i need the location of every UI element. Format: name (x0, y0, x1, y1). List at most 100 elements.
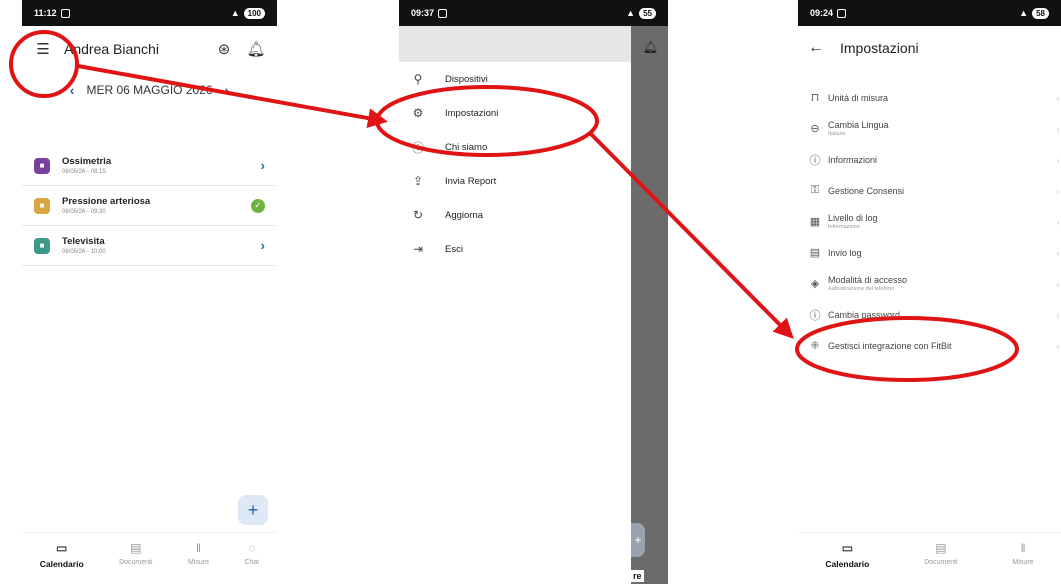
list-item[interactable]: ■ Ossimetria 06/05/26 - 08:15 › (22, 146, 277, 186)
menu-label: Impostazioni (445, 107, 499, 119)
signal-icon: ▲ (626, 8, 636, 18)
settings-subtitle: Informazione (828, 224, 860, 230)
date-navigator: ‹ MER 06 MAGGIO 2026 › (22, 82, 277, 98)
settings-title: Livello di log (828, 213, 878, 223)
chevron-right-icon: › (1056, 155, 1059, 165)
log-level-icon: ▦ (809, 216, 821, 228)
phone-screen-drawer: 09:37 ▲ 55 ⚲ Dispositivi ⚙ Impostazioni ⓘ Ch… (399, 0, 668, 584)
chevron-right-icon[interactable]: › (225, 82, 230, 98)
chevron-right-icon: › (1056, 93, 1059, 103)
menu-item-impostazioni[interactable]: ⚙ Impostazioni (399, 96, 631, 130)
bell-icon[interactable]: 🔔︎ (245, 38, 267, 60)
chevron-right-icon: › (260, 158, 265, 173)
item-timestamp: 06/05/26 - 08:15 (62, 169, 106, 175)
settings-item-fitbit[interactable]: ⁜ Gestisci integrazione con FitBit › (798, 330, 1061, 361)
ruler-icon: ⊓ (810, 92, 820, 104)
chevron-right-icon: › (1056, 310, 1059, 320)
notification-icon (438, 8, 448, 18)
nav-calendario[interactable]: ▭ Calendario (40, 541, 84, 569)
refresh-icon: ↻ (412, 208, 424, 222)
nav-documenti[interactable]: ▤ Documenti (924, 541, 957, 566)
status-time: 09:24 (810, 8, 834, 18)
nav-misure[interactable]: ǁ Misure (188, 541, 209, 566)
nav-label: Documenti (924, 559, 958, 566)
list-item[interactable]: ■ Televisita 06/05/26 - 10:00 › (22, 226, 277, 266)
menu-item-esci[interactable]: ⇥ Esci (399, 232, 631, 266)
tutorial-canvas: 11:12 ▲ 100 ☰ Andrea Bianchi ⊛ 🔔︎ ‹ MER 0… (0, 0, 1061, 584)
settings-subtitle: Autenticazione del telefono (828, 286, 895, 292)
bottom-nav: ▭ Calendario ▤ Documenti ǁ Misure ◌ Chat (22, 532, 277, 584)
gear-icon: ⚙ (412, 106, 424, 120)
item-timestamp: 06/05/26 - 10:00 (62, 249, 106, 255)
menu-label: Invia Report (445, 175, 497, 187)
fingerprint-icon: ◈ (810, 278, 820, 290)
settings-title: Gestisci integrazione con FitBit (828, 340, 952, 351)
settings-item-invio-log[interactable]: ▤ Invio log › (798, 237, 1061, 268)
info-icon: ⓘ (411, 140, 424, 155)
menu-label: Chi siamo (445, 141, 488, 153)
nav-misure[interactable]: ǁ Misure (1013, 541, 1034, 566)
menu-item-invia-report[interactable]: ⇪ Invia Report (399, 164, 631, 198)
nav-label: Documenti (119, 559, 153, 566)
thermometer-icon: ǁ (196, 541, 201, 555)
status-bar: 09:37 ▲ 55 (399, 0, 668, 26)
menu-label: Dispositivi (445, 73, 488, 85)
nav-calendario[interactable]: ▭ Calendario (825, 541, 869, 569)
settings-item-password[interactable]: ⓘ Cambia password › (798, 299, 1061, 330)
chevron-right-icon: › (1056, 279, 1059, 289)
nav-documenti[interactable]: ▤ Documenti (119, 541, 152, 566)
nav-label: Calendario (39, 559, 84, 569)
drawer-scrim[interactable]: 🔔︎ + re (631, 26, 668, 584)
logout-icon: ⇥ (412, 242, 424, 256)
add-button[interactable]: + (238, 495, 268, 525)
settings-title: Gestione Consensi (828, 185, 905, 196)
chevron-right-icon: › (1056, 186, 1059, 196)
settings-subtitle: Italiano (828, 131, 846, 137)
phone-screen-settings: 09:24 ▲ 58 ← Impostazioni ⊓ Unità di misur… (798, 0, 1061, 584)
nav-label: Misure (1012, 559, 1034, 566)
menu-item-dispositivi[interactable]: ⚲ Dispositivi (399, 62, 631, 96)
drawer-header (399, 26, 631, 62)
battery-icon: 100 (243, 7, 265, 19)
hamburger-icon[interactable]: ☰ (32, 38, 54, 60)
list-item[interactable]: ■ Pressione arteriosa 06/05/26 - 09:30 ✓ (22, 186, 277, 226)
user-name: Andrea Bianchi (64, 41, 159, 57)
nav-label: Chat (244, 559, 260, 566)
settings-item-lingua[interactable]: ⊖ Cambia Lingua Italiano › (798, 113, 1061, 144)
settings-title: Invio log (828, 247, 862, 258)
devices-icon: ⚲ (413, 72, 423, 86)
menu-label: Aggiorna (445, 209, 484, 221)
menu-label: Esci (445, 243, 463, 255)
battery-icon: 55 (639, 7, 656, 19)
info-icon: ⓘ (809, 154, 821, 167)
thermometer-icon: ǁ (1020, 541, 1026, 555)
chevron-right-icon: › (1056, 248, 1059, 258)
upload-icon: ⇪ (412, 174, 424, 188)
page-title: Impostazioni (840, 40, 919, 56)
menu-item-chi-siamo[interactable]: ⓘ Chi siamo (399, 130, 631, 164)
back-arrow-icon[interactable]: ← (808, 39, 824, 57)
settings-item-accesso[interactable]: ◈ Modalità di accesso Autenticazione del t… (798, 268, 1061, 299)
settings-title: Unità di misura (828, 92, 889, 103)
language-icon: ⊖ (810, 123, 820, 135)
settings-item-unita[interactable]: ⊓ Unità di misura › (798, 82, 1061, 113)
menu-item-aggiorna[interactable]: ↻ Aggiorna (399, 198, 631, 232)
settings-item-consensi[interactable]: ⚿ Gestione Consensi › (798, 175, 1061, 206)
add-button[interactable]: + (631, 523, 645, 557)
settings-item-informazioni[interactable]: ⓘ Informazioni › (798, 144, 1061, 175)
date-label: MER 06 MAGGIO 2026 (86, 83, 213, 97)
activity-list: ■ Ossimetria 06/05/26 - 08:15 › ■ Pressio… (22, 146, 277, 266)
chevron-left-icon[interactable]: ‹ (70, 82, 75, 98)
item-title: Televisita (62, 236, 105, 247)
settings-list: ⊓ Unità di misura › ⊖ Cambia Lingua Italiano… (798, 82, 1061, 361)
settings-item-livello-log[interactable]: ▦ Livello di log Informazione › (798, 206, 1061, 237)
calendar-icon: ▭ (841, 541, 854, 555)
app-bar: ← Impostazioni (798, 26, 1061, 70)
status-bar: 09:24 ▲ 58 (798, 0, 1061, 26)
nav-label-fragment: re (631, 570, 644, 582)
nav-chat[interactable]: ◌ Chat (244, 541, 259, 566)
settings-title: Cambia Lingua (828, 120, 889, 130)
account-icon[interactable]: ⊛ (213, 38, 235, 60)
chat-icon: ◌ (248, 541, 256, 555)
bell-icon: 🔔︎ (642, 40, 658, 54)
